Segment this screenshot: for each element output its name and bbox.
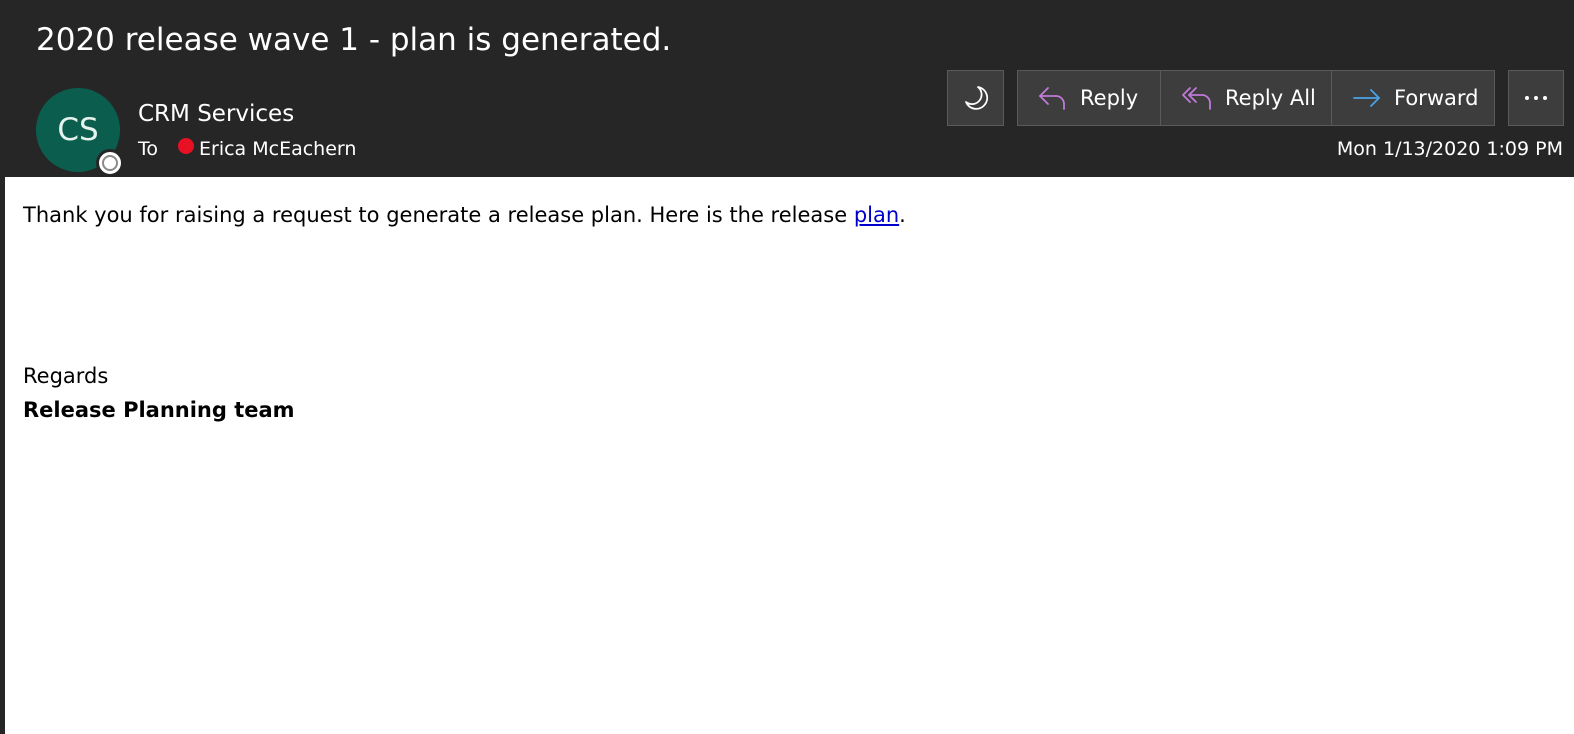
message-body: Thank you for raising a request to gener… [5, 177, 1574, 734]
reply-all-button[interactable]: Reply All [1160, 71, 1331, 125]
reply-all-icon [1182, 87, 1211, 110]
presence-status-icon [96, 149, 124, 177]
sender-name[interactable]: CRM Services [138, 98, 294, 130]
received-date: Mon 1/13/2020 1:09 PM [1336, 138, 1563, 160]
plan-link[interactable]: plan [854, 203, 899, 227]
more-actions-button[interactable] [1508, 70, 1564, 126]
signature-team: Release Planning team [23, 398, 295, 422]
forward-arrow-icon [1353, 89, 1380, 107]
moon-icon [964, 86, 988, 110]
forward-button[interactable]: Forward [1331, 71, 1494, 125]
recipient-line: To Erica McEachern [138, 134, 356, 164]
email-subject: 2020 release wave 1 - plan is generated. [36, 22, 672, 58]
body-text: Thank you for raising a request to gener… [23, 203, 854, 227]
ellipsis-icon [1525, 96, 1547, 100]
recipient-name[interactable]: Erica McEachern [199, 134, 356, 164]
recipient-presence-icon [178, 138, 195, 154]
theme-toggle-button[interactable] [947, 70, 1004, 126]
signoff-regards: Regards [23, 364, 109, 388]
forward-label: Forward [1394, 86, 1479, 110]
body-paragraph: Thank you for raising a request to gener… [23, 203, 906, 227]
reply-button[interactable]: Reply [1018, 71, 1160, 125]
reply-label: Reply [1080, 86, 1139, 110]
reply-all-label: Reply All [1225, 86, 1316, 110]
body-text-end: . [899, 203, 906, 227]
reply-icon [1039, 87, 1065, 110]
message-actions: Reply Reply All Forward [1017, 70, 1495, 126]
to-label: To [138, 138, 159, 160]
reading-pane-header: 2020 release wave 1 - plan is generated.… [0, 0, 1574, 177]
